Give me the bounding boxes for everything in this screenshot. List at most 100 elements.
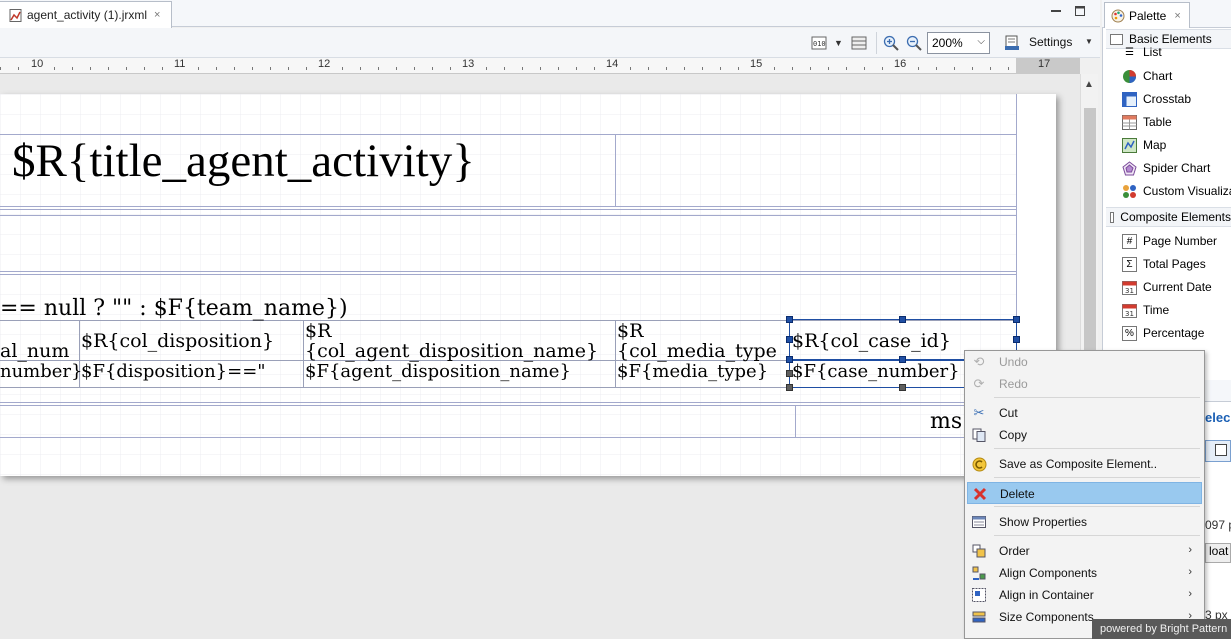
menu-item-label: Show Properties — [999, 515, 1088, 529]
zoom-in-icon[interactable] — [883, 35, 899, 51]
ruler-tick — [918, 67, 919, 70]
float-button[interactable]: loat — [1205, 543, 1231, 563]
menu-item-align-container[interactable]: Align in Container › — [967, 584, 1202, 606]
ruler-tick — [792, 67, 793, 70]
close-tab-icon[interactable]: × — [154, 9, 160, 21]
menu-item-cut[interactable]: ✂ Cut — [967, 402, 1202, 424]
col-divider — [303, 320, 304, 387]
settings-dropdown-icon[interactable]: ▼ — [1085, 37, 1093, 46]
ruler-tick — [306, 67, 307, 70]
footer-element-left — [795, 405, 796, 437]
ruler-tick — [234, 67, 235, 70]
menu-item-order[interactable]: Order › — [967, 540, 1202, 562]
page-header-band-bottom — [0, 271, 1016, 272]
resize-handle[interactable] — [786, 356, 793, 363]
header-agent-disposition-line2[interactable]: {col_agent_disposition_name} — [305, 341, 598, 361]
resize-handle[interactable] — [786, 370, 793, 377]
menu-item-show-properties[interactable]: Show Properties — [967, 511, 1202, 533]
ruler-tick — [774, 67, 775, 70]
editor-tab[interactable]: agent_activity (1).jrxml × — [0, 1, 172, 28]
palette-tab[interactable]: Palette × — [1104, 2, 1190, 28]
spider-chart-icon — [1122, 160, 1137, 176]
palette-item-map[interactable]: Map — [1122, 135, 1166, 155]
close-palette-icon[interactable]: × — [1174, 10, 1180, 22]
zoom-out-icon[interactable] — [906, 35, 922, 51]
ruler-tick — [828, 67, 829, 70]
pie-chart-icon — [1122, 69, 1137, 84]
resize-handle[interactable] — [786, 336, 793, 343]
maximize-icon[interactable] — [1072, 4, 1088, 20]
cut-icon: ✂ — [973, 405, 985, 420]
palette-item-list[interactable]: ☰ List — [1122, 44, 1162, 60]
report-title-field[interactable]: $R{title_agent_activity} — [12, 134, 475, 188]
ruler-tick — [216, 67, 217, 70]
header-agent-disposition-line1[interactable]: $R — [305, 321, 331, 341]
header-media-type-line1[interactable]: $R — [617, 321, 643, 341]
resize-handle[interactable] — [786, 384, 793, 391]
palette-item-crosstab[interactable]: Crosstab — [1122, 89, 1191, 109]
footer-field[interactable]: ms — [930, 409, 962, 434]
toolbar-separator — [876, 32, 877, 54]
field-disposition[interactable]: $F{disposition}==" — [81, 362, 266, 382]
team-name-expression[interactable]: == null ? "" : $F{team_name}) — [0, 296, 348, 321]
palette-item-page-number[interactable]: # Page Number — [1122, 231, 1217, 251]
scrollbar-thumb[interactable] — [1084, 108, 1096, 358]
field-number[interactable]: number} — [0, 362, 83, 382]
detail-band-bottom — [0, 402, 1016, 403]
minimize-icon[interactable] — [1048, 4, 1064, 20]
header-disposition[interactable]: $R{col_disposition} — [81, 331, 274, 351]
field-agent-disposition-name[interactable]: $F{agent_disposition_name} — [305, 362, 571, 382]
header-media-type-line2[interactable]: {col_media_type — [617, 341, 777, 361]
grid-icon[interactable] — [1215, 444, 1227, 456]
ruler-tick — [72, 67, 73, 70]
palette-item-time[interactable]: 31 Time — [1122, 300, 1169, 320]
palette-item-table[interactable]: Table — [1122, 112, 1172, 132]
palette-item-label: Time — [1143, 303, 1170, 317]
menu-item-undo[interactable]: ⟲ Undo — [967, 351, 1202, 373]
horizontal-ruler: 10 11 12 13 14 15 16 — [0, 58, 1080, 74]
align-container-icon — [971, 587, 987, 603]
resize-handle[interactable] — [899, 316, 906, 323]
table-icon — [1122, 114, 1137, 130]
menu-item-redo[interactable]: ⟳ Redo — [967, 373, 1202, 395]
palette-item-total-pages[interactable]: Σ Total Pages — [1122, 254, 1206, 274]
header-agent-num[interactable]: al_num — [0, 341, 69, 361]
svg-text:010: 010 — [813, 40, 826, 48]
editor-tab-label: agent_activity (1).jrxml — [27, 8, 148, 22]
resize-handle[interactable] — [899, 356, 906, 363]
palette-icon — [1111, 9, 1125, 22]
col-divider — [615, 320, 616, 387]
layout-icon[interactable] — [851, 35, 867, 51]
zoom-select[interactable]: 200% ⌵ — [927, 32, 990, 54]
settings-button[interactable]: Settings — [1029, 35, 1072, 49]
palette-item-current-date[interactable]: 31 Current Date — [1122, 277, 1212, 297]
resize-handle[interactable] — [1013, 316, 1020, 323]
palette-item-percentage[interactable]: % Percentage — [1122, 323, 1204, 343]
ruler-tick — [522, 67, 523, 70]
menu-item-delete[interactable]: Delete — [967, 482, 1202, 504]
resize-handle[interactable] — [786, 316, 793, 323]
menu-item-label: Align in Container — [999, 588, 1094, 602]
sum-icon: Σ — [1122, 256, 1137, 272]
ruler-tick — [738, 67, 739, 70]
field-media-type[interactable]: $F{media_type} — [617, 362, 768, 382]
data-format-dropdown-icon[interactable]: ▼ — [834, 38, 843, 48]
palette-item-spider-chart[interactable]: Spider Chart — [1122, 158, 1210, 178]
data-format-icon[interactable]: 010 — [811, 35, 827, 51]
settings-icon[interactable] — [1004, 35, 1020, 51]
palette-item-chart[interactable]: Chart — [1122, 66, 1172, 86]
menu-item-align-components[interactable]: Align Components › — [967, 562, 1202, 584]
resize-handle[interactable] — [899, 384, 906, 391]
menu-item-label: Align Components — [999, 566, 1098, 580]
zoom-value: 200% — [932, 36, 963, 50]
undo-icon: ⟲ — [973, 354, 985, 369]
menu-item-save-composite[interactable]: Save as Composite Element.. — [967, 453, 1202, 475]
resize-handle[interactable] — [1013, 336, 1020, 343]
palette-category-composite[interactable]: Composite Elements — [1106, 207, 1231, 227]
calendar-icon: 31 — [1122, 303, 1137, 318]
palette-item-custom-visualization[interactable]: Custom Visualization — [1122, 181, 1231, 201]
menu-item-label: Redo — [999, 377, 1028, 391]
scroll-up-icon[interactable]: ▲ — [1084, 79, 1094, 90]
submenu-arrow-icon: › — [1188, 566, 1192, 578]
menu-item-copy[interactable]: Copy — [967, 424, 1202, 446]
